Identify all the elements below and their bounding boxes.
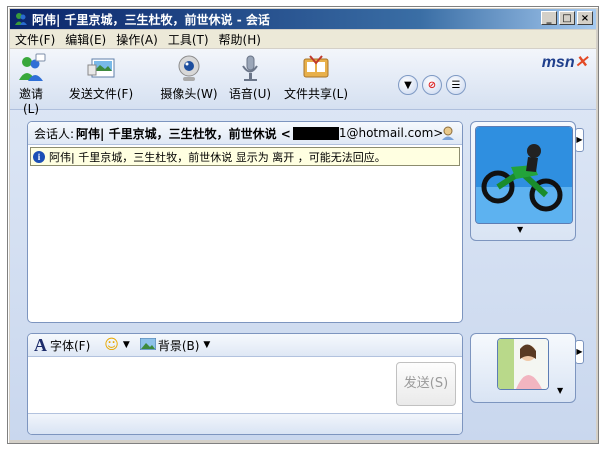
chat-window: 阿伟| 千里京城，三生杜牧，前世休说 - 会话 _ □ × 文件(F) 编辑(E… (7, 6, 599, 444)
close-button[interactable]: × (577, 11, 593, 25)
window-title: 阿伟| 千里京城，三生杜牧，前世休说 - 会话 (32, 12, 270, 27)
menu-tools[interactable]: 工具(T) (163, 31, 214, 48)
collapse-my-picture-button[interactable]: ▶ (575, 340, 584, 364)
invite-label: 邀请(L) (18, 87, 43, 116)
title-bar: 阿伟| 千里京城，三生杜牧，前世休说 - 会话 _ □ × (10, 9, 596, 29)
font-icon: A (34, 334, 47, 355)
activities-button[interactable]: ☰ (446, 75, 466, 95)
menu-file[interactable]: 文件(F) (10, 31, 60, 48)
contact-name: 阿伟| 千里京城，三生杜牧，前世休说 < (76, 126, 291, 141)
contact-card-icon[interactable] (440, 125, 456, 144)
file-share-label: 文件共享(L) (283, 87, 349, 101)
send-file-icon (86, 53, 116, 83)
butterfly-icon: ✕ (574, 54, 588, 71)
file-share-button[interactable]: 文件共享(L) (280, 53, 352, 102)
my-picture-options-arrow-icon[interactable]: ▼ (557, 386, 563, 395)
send-file-button[interactable]: 发送文件(F) (58, 53, 144, 102)
msn-logo: msn✕ (542, 52, 588, 72)
msn-buddy-icon (13, 11, 29, 27)
my-display-picture[interactable] (497, 338, 549, 390)
picture-options-arrow-icon[interactable]: ▼ (517, 225, 523, 234)
more-options-button[interactable]: ▼ (398, 75, 418, 95)
contact-display-picture[interactable] (475, 126, 573, 224)
webcam-label: 摄像头(W) (160, 87, 218, 101)
block-button[interactable]: ⊘ (422, 75, 442, 95)
my-display-picture-panel: ▼ ▶ (470, 333, 584, 403)
menu-edit[interactable]: 编辑(E) (60, 31, 111, 48)
font-button[interactable]: 字体(F) (50, 337, 90, 354)
compose-panel: A 字体(F) ☺ ▼ 背景(B) ▼ 发送(S) (27, 333, 463, 435)
info-icon: i (33, 150, 45, 163)
chat-body: 邀请(L) 发送文件(F) 摄像头(W) 语音(U) 文件共享(L) ▼ ⊘ ☰… (10, 49, 596, 440)
voice-label: 语音(U) (228, 87, 272, 101)
status-notice-text: 阿伟| 千里京城，三生杜牧，前世休说 显示为 离开 ，可能无法回应。 (49, 150, 386, 164)
background-icon (139, 337, 157, 353)
toolbar: 邀请(L) 发送文件(F) 摄像头(W) 语音(U) 文件共享(L) ▼ ⊘ ☰… (10, 49, 596, 116)
menu-bar: 文件(F) 编辑(E) 操作(A) 工具(T) 帮助(H) (10, 30, 596, 48)
menu-actions[interactable]: 操作(A) (111, 31, 163, 48)
maximize-button[interactable]: □ (559, 11, 575, 25)
send-button[interactable]: 发送(S) (396, 362, 456, 406)
background-button[interactable]: 背景(B) (158, 337, 200, 354)
menu-help[interactable]: 帮助(H) (214, 31, 266, 48)
collapse-right-button[interactable]: ▶ (575, 128, 584, 152)
block-icon: ⊘ (427, 79, 437, 91)
format-bar: A 字体(F) ☺ ▼ 背景(B) ▼ (28, 334, 462, 357)
contact-display-picture-panel: ▼ ▶ (470, 121, 584, 241)
conversation-panel: 会话人: 阿伟| 千里京城，三生杜牧，前世休说 < 1@hotmail.com>… (27, 121, 463, 323)
invite-icon (16, 53, 46, 83)
send-file-label: 发送文件(F) (68, 87, 134, 101)
chevron-down-icon: ▼ (404, 79, 412, 91)
emoticon-button[interactable]: ☺ (104, 337, 119, 353)
redacted-email (292, 126, 339, 140)
status-notice: i 阿伟| 千里京城，三生杜牧，前世休说 显示为 离开 ，可能无法回应。 (30, 147, 460, 166)
contact-email-suffix: 1@hotmail.com> (338, 126, 444, 140)
webcam-button[interactable]: 摄像头(W) (156, 53, 222, 102)
microphone-icon (235, 53, 265, 83)
to-bar: 会话人: 阿伟| 千里京城，三生杜牧，前世休说 < 1@hotmail.com> (28, 122, 462, 145)
file-share-icon (301, 53, 331, 83)
voice-button[interactable]: 语音(U) (228, 53, 272, 102)
webcam-icon (174, 53, 204, 83)
message-input[interactable] (28, 357, 388, 413)
emoticon-arrow-icon[interactable]: ▼ (123, 340, 130, 350)
to-label: 会话人: (34, 126, 75, 141)
list-icon: ☰ (451, 79, 461, 91)
status-strip (28, 413, 462, 434)
invite-button[interactable]: 邀请(L) (12, 53, 50, 116)
minimize-button[interactable]: _ (541, 11, 557, 25)
msn-logo-text: msn (541, 54, 575, 71)
background-arrow-icon[interactable]: ▼ (203, 340, 210, 350)
